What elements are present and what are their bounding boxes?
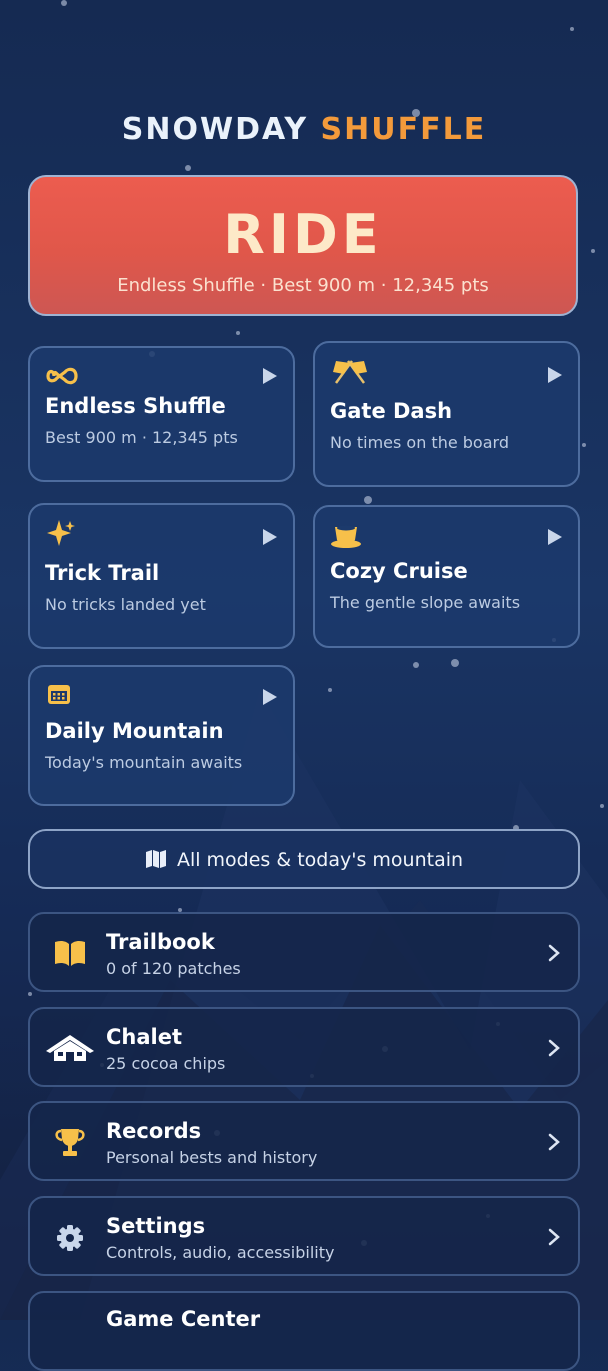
chalet-icon: [46, 1035, 94, 1061]
menu-item-trailbook[interactable]: Trailbook 0 of 120 patches: [28, 912, 580, 992]
mode-subtitle: No tricks landed yet: [45, 595, 206, 614]
mode-card-gate-dash[interactable]: Gate Dash No times on the board: [313, 341, 580, 487]
menu-item-chalet[interactable]: Chalet 25 cocoa chips: [28, 1007, 580, 1087]
sparkles-icon: [47, 520, 75, 546]
play-icon: [263, 529, 277, 545]
mode-title: Endless Shuffle: [45, 394, 226, 418]
play-icon: [263, 689, 277, 705]
play-icon: [548, 367, 562, 383]
infinity-icon: [46, 367, 78, 385]
menu-item-subtitle: 0 of 120 patches: [106, 959, 241, 978]
mode-title: Gate Dash: [330, 399, 453, 423]
gear-icon: [57, 1225, 83, 1251]
mode-subtitle: Today's mountain awaits: [45, 753, 243, 772]
play-icon: [263, 368, 277, 384]
menu-item-subtitle: Controls, audio, accessibility: [106, 1243, 335, 1262]
chevron-right-icon: [548, 1039, 560, 1057]
menu-item-title: Settings: [106, 1214, 206, 1238]
mode-card-endless-shuffle[interactable]: Endless Shuffle Best 900 m · 12,345 pts: [28, 346, 295, 482]
mode-subtitle: The gentle slope awaits: [330, 593, 521, 612]
ride-label: RIDE: [223, 203, 383, 266]
menu-item-title: Chalet: [106, 1025, 183, 1049]
title-word-snowday: SNOWDAY: [121, 112, 309, 147]
ride-subtitle: Endless Shuffle · Best 900 m · 12,345 pt…: [117, 275, 489, 296]
chevron-right-icon: [548, 1133, 560, 1151]
mode-subtitle: Best 900 m · 12,345 pts: [45, 428, 238, 447]
mode-subtitle: No times on the board: [330, 433, 509, 452]
trophy-icon: [55, 1129, 85, 1156]
mode-card-trick-trail[interactable]: Trick Trail No tricks landed yet: [28, 503, 295, 649]
mode-title: Trick Trail: [45, 561, 160, 585]
menu-item-subtitle: 25 cocoa chips: [106, 1054, 226, 1073]
book-icon: [55, 940, 85, 966]
menu-item-title: Records: [106, 1119, 202, 1143]
title-word-shuffle: SHUFFLE: [320, 112, 487, 147]
play-icon: [548, 529, 562, 545]
all-modes-button[interactable]: All modes & today's mountain: [28, 829, 580, 889]
mode-title: Daily Mountain: [45, 719, 224, 743]
mode-card-cozy-cruise[interactable]: Cozy Cruise The gentle slope awaits: [313, 505, 580, 648]
menu-item-settings[interactable]: Settings Controls, audio, accessibility: [28, 1196, 580, 1276]
chevron-right-icon: [548, 1228, 560, 1246]
calendar-icon: [48, 685, 70, 704]
cocoa-cup-icon: [331, 525, 361, 548]
game-title: SNOWDAY SHUFFLE: [0, 112, 608, 147]
all-modes-label: All modes & today's mountain: [176, 849, 464, 871]
menu-item-game-center[interactable]: Game Center: [28, 1291, 580, 1371]
map-icon: [145, 850, 166, 868]
menu-item-title: Trailbook: [106, 930, 215, 954]
ride-button[interactable]: RIDE Endless Shuffle · Best 900 m · 12,3…: [28, 175, 578, 316]
mode-card-daily-mountain[interactable]: Daily Mountain Today's mountain awaits: [28, 665, 295, 806]
menu-item-records[interactable]: Records Personal bests and history: [28, 1101, 580, 1181]
menu-item-subtitle: Personal bests and history: [106, 1148, 318, 1167]
menu-item-title: Game Center: [106, 1307, 261, 1331]
crossed-flags-icon: [333, 360, 367, 384]
mode-title: Cozy Cruise: [330, 559, 468, 583]
chevron-right-icon: [548, 944, 560, 962]
